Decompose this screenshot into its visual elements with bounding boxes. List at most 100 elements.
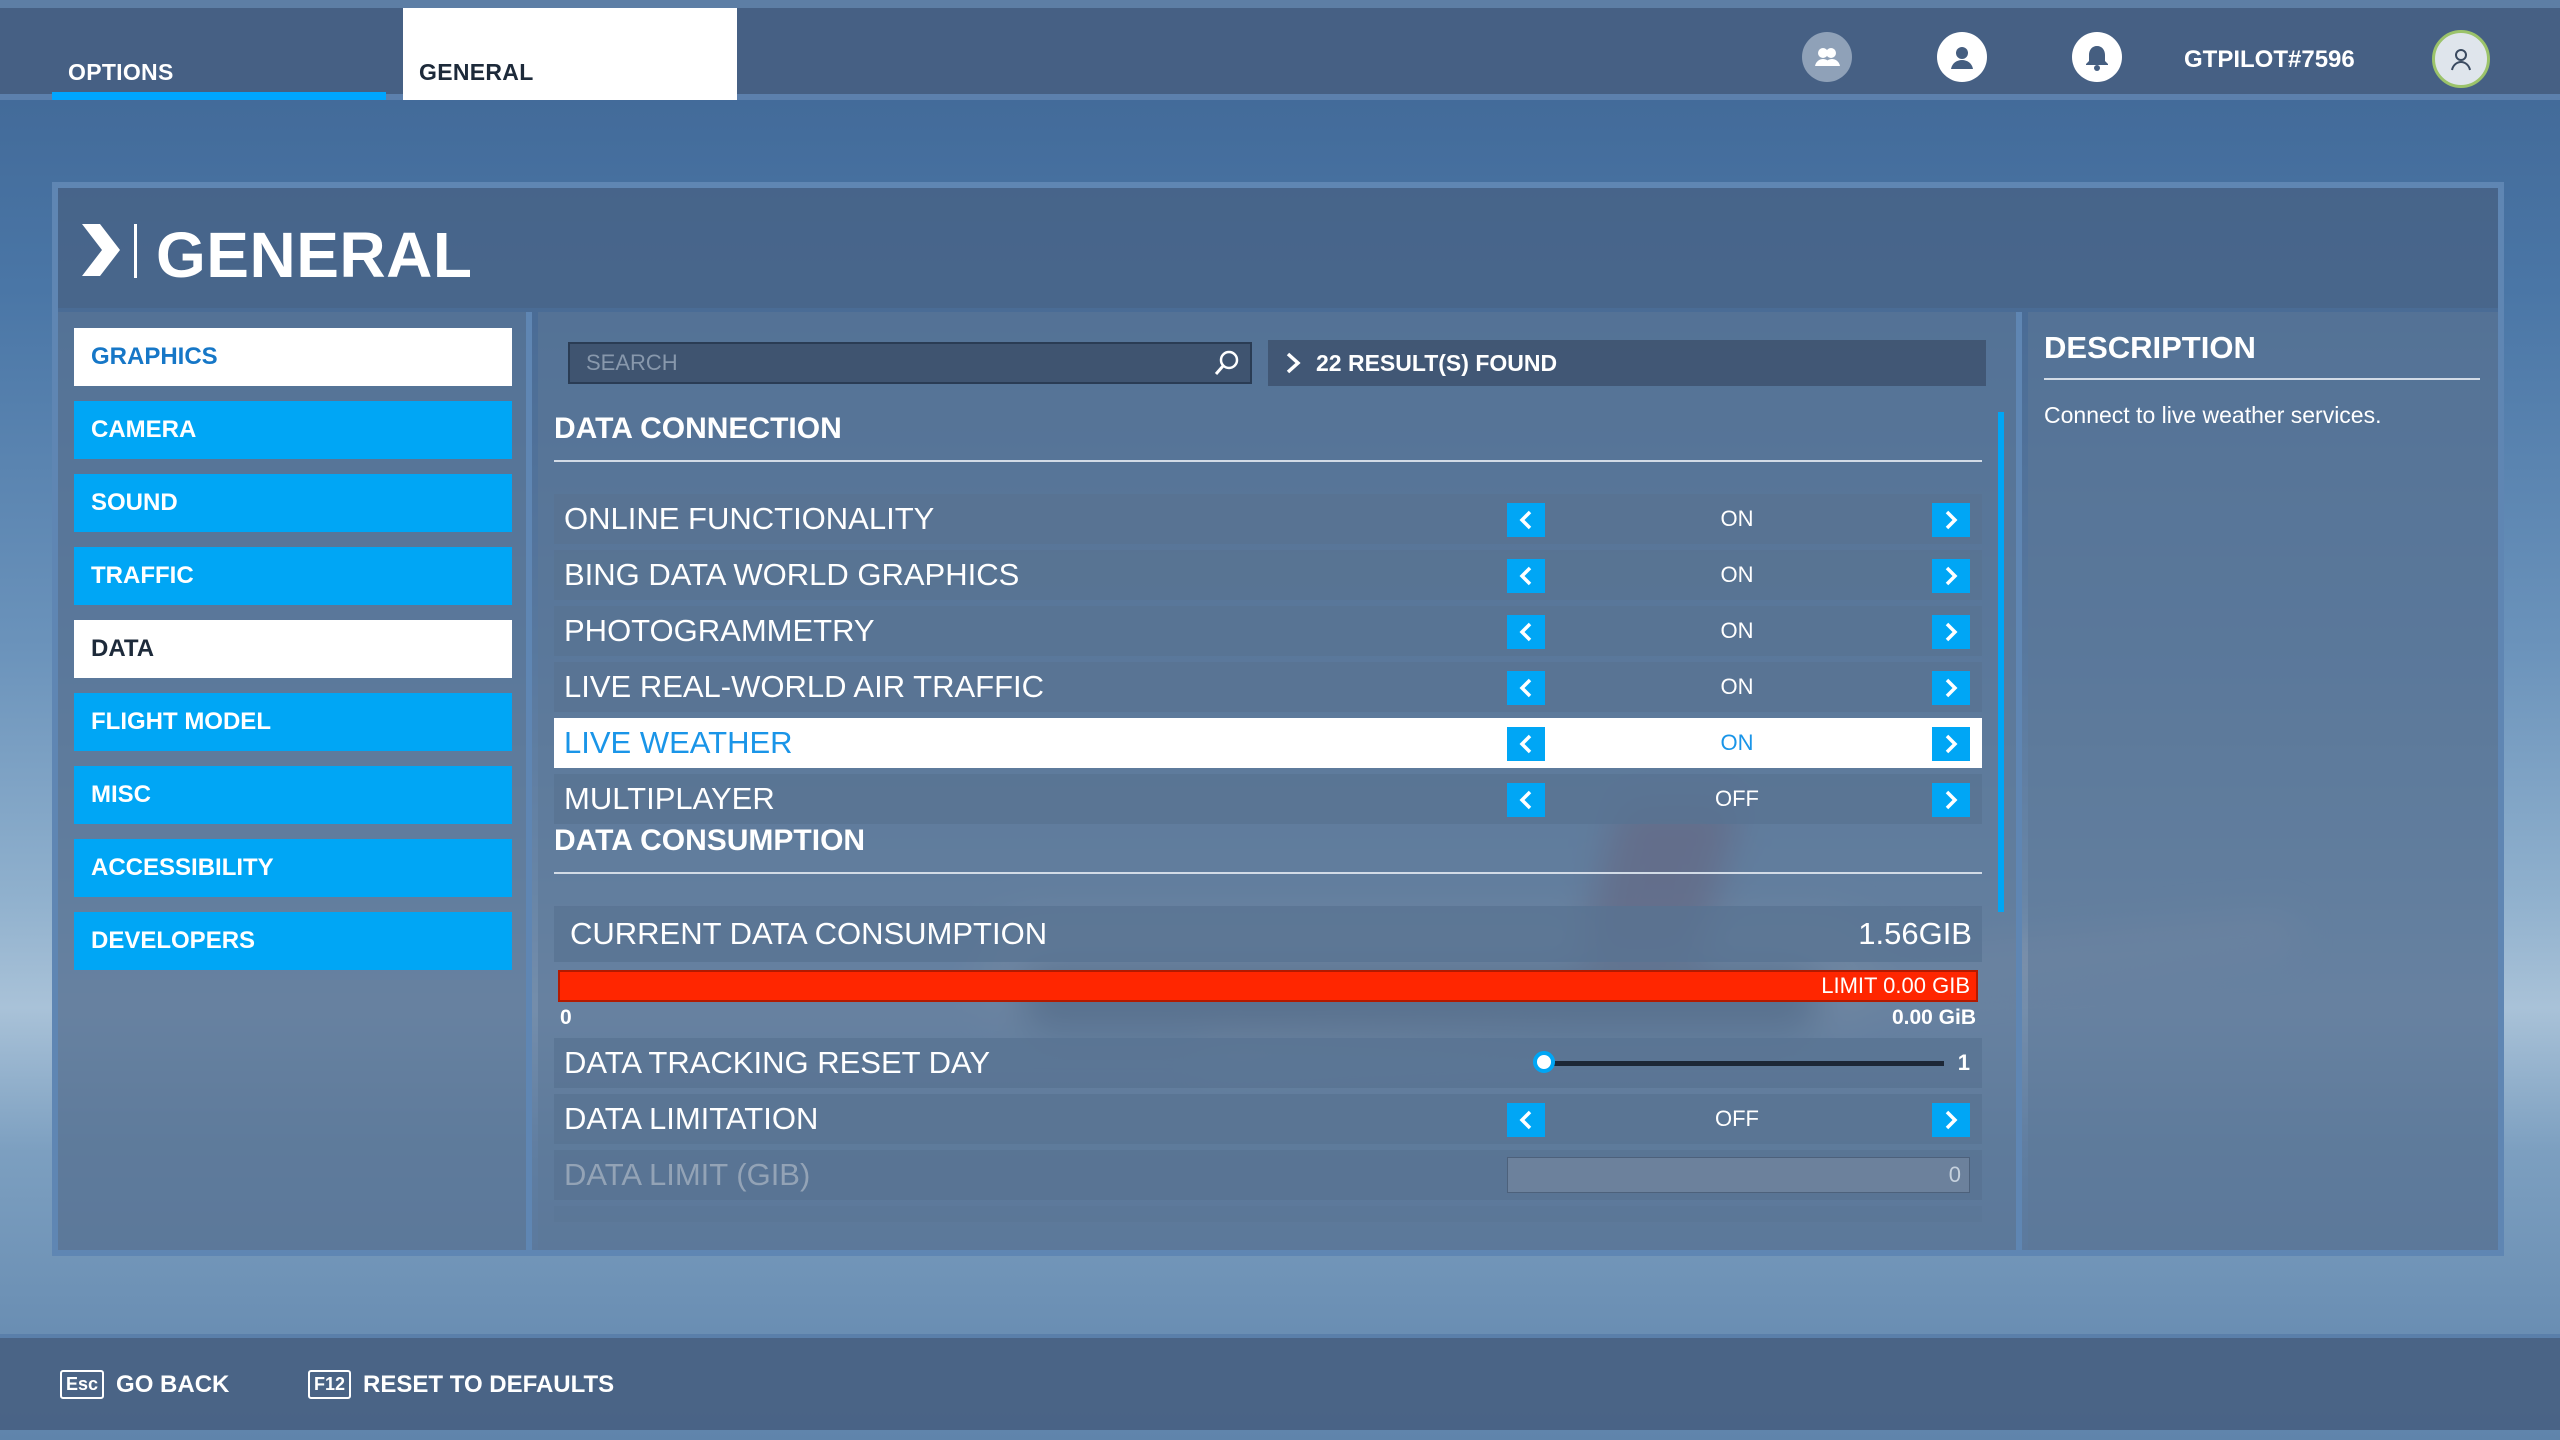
menu-item-graphics[interactable]: GRAPHICS [74, 328, 512, 386]
setting-value: ON [1720, 730, 1754, 755]
chevron-left-icon [1519, 678, 1532, 698]
setting-row-bing-data-world-graphics[interactable]: BING DATA WORLD GRAPHICS ON [554, 550, 1982, 600]
chevron-right-icon [1945, 1110, 1958, 1130]
esc-key-icon: Esc [60, 1370, 105, 1399]
arrow-right-button[interactable] [1932, 1103, 1970, 1137]
reset-defaults-button[interactable]: F12 RESET TO DEFAULTS [308, 1370, 614, 1399]
setting-row-live-air-traffic[interactable]: LIVE REAL-WORLD AIR TRAFFIC ON [554, 662, 1982, 712]
setting-row-partial [554, 1206, 1982, 1222]
menu-item-data[interactable]: DATA [74, 620, 512, 678]
arrow-left-button[interactable] [1507, 783, 1545, 817]
setting-label: LIVE WEATHER [564, 725, 793, 760]
setting-row-data-limitation[interactable]: DATA LIMITATION OFF [554, 1094, 1982, 1144]
arrow-left-button[interactable] [1507, 559, 1545, 593]
chevron-right-icon [1945, 790, 1958, 810]
tab-general[interactable]: GENERAL [403, 8, 737, 100]
data-limit-bar: LIMIT 0.00 GIB [558, 970, 1978, 1002]
setting-row-live-weather[interactable]: LIVE WEATHER ON [554, 718, 1982, 768]
description-panel: DESCRIPTION Connect to live weather serv… [2028, 312, 2498, 1250]
arrow-left-button[interactable] [1507, 615, 1545, 649]
section-title-data-consumption: DATA CONSUMPTION [554, 824, 1982, 874]
setting-label: MULTIPLAYER [564, 781, 775, 816]
reset-defaults-label: RESET TO DEFAULTS [363, 1370, 615, 1398]
chevron-left-icon [1519, 734, 1532, 754]
setting-label: BING DATA WORLD GRAPHICS [564, 557, 1020, 592]
profile-icon[interactable] [1937, 32, 1987, 82]
friends-icon[interactable] [1802, 32, 1852, 82]
tab-general-label: GENERAL [419, 59, 534, 85]
scrollbar[interactable] [1998, 412, 2004, 912]
arrow-right-button[interactable] [1932, 503, 1970, 537]
chevron-left-icon [1519, 510, 1532, 530]
f12-key-icon: F12 [308, 1370, 352, 1399]
description-title: DESCRIPTION [2044, 330, 2480, 380]
description-text: Connect to live weather services. [2044, 402, 2382, 428]
current-consumption-value: 1.56GIB [1858, 916, 1972, 951]
category-menu: GRAPHICS CAMERA SOUND TRAFFIC DATA FLIGH… [58, 312, 532, 1250]
reset-day-slider-knob[interactable] [1533, 1051, 1555, 1073]
arrow-right-button[interactable] [1932, 671, 1970, 705]
search-icon[interactable] [1212, 348, 1242, 378]
username[interactable]: GTPILOT#7596 [2184, 46, 2355, 74]
scale-min: 0 [560, 1006, 572, 1029]
arrow-left-button[interactable] [1507, 727, 1545, 761]
chevron-right-icon [82, 224, 120, 276]
arrow-right-button[interactable] [1932, 727, 1970, 761]
tab-options[interactable]: OPTIONS [52, 8, 386, 100]
setting-label: ONLINE FUNCTIONALITY [564, 501, 935, 536]
setting-label: DATA TRACKING RESET DAY [564, 1045, 991, 1080]
setting-row-multiplayer[interactable]: MULTIPLAYER OFF [554, 774, 1982, 824]
page-title: GENERAL [156, 219, 473, 291]
go-back-button[interactable]: Esc GO BACK [60, 1370, 229, 1399]
go-back-label: GO BACK [116, 1370, 230, 1398]
setting-value: ON [1720, 506, 1754, 531]
current-data-consumption-row: CURRENT DATA CONSUMPTION 1.56GIB [554, 906, 1982, 962]
menu-item-accessibility[interactable]: ACCESSIBILITY [74, 839, 512, 897]
setting-value: OFF [1715, 1106, 1759, 1131]
setting-row-photogrammetry[interactable]: PHOTOGRAMMETRY ON [554, 606, 1982, 656]
menu-item-traffic[interactable]: TRAFFIC [74, 547, 512, 605]
chevron-right-icon [1945, 622, 1958, 642]
setting-value: ON [1720, 674, 1754, 699]
chevron-right-icon [1286, 352, 1301, 374]
setting-row-data-tracking-reset-day: DATA TRACKING RESET DAY 1 [554, 1038, 1982, 1088]
menu-item-flight-model[interactable]: FLIGHT MODEL [74, 693, 512, 751]
arrow-left-button[interactable] [1507, 503, 1545, 537]
chevron-left-icon [1519, 1110, 1532, 1130]
bottom-bar: Esc GO BACK F12 RESET TO DEFAULTS [0, 1334, 2560, 1430]
setting-value: ON [1720, 562, 1754, 587]
notification-bell-icon[interactable] [2072, 32, 2122, 82]
setting-value: OFF [1715, 786, 1759, 811]
chevron-right-icon [1945, 510, 1958, 530]
arrow-left-button[interactable] [1507, 1103, 1545, 1137]
search-results-count: 22 RESULT(S) FOUND [1268, 340, 1986, 386]
avatar-icon[interactable] [2432, 30, 2490, 88]
arrow-right-button[interactable] [1932, 615, 1970, 649]
menu-item-sound[interactable]: SOUND [74, 474, 512, 532]
current-consumption-label: CURRENT DATA CONSUMPTION [570, 916, 1048, 951]
data-limit-input: 0 [1507, 1157, 1970, 1193]
setting-row-data-limit: DATA LIMIT (GIB) 0 [554, 1150, 1982, 1200]
setting-label: PHOTOGRAMMETRY [564, 613, 875, 648]
chevron-left-icon [1519, 790, 1532, 810]
scale-max: 0.00 GiB [1891, 1006, 1976, 1029]
menu-item-developers[interactable]: DEVELOPERS [74, 912, 512, 970]
chevron-right-icon [1945, 566, 1958, 586]
section-title-data-connection: DATA CONNECTION [554, 412, 1982, 462]
reset-day-slider-track[interactable] [1544, 1061, 1944, 1066]
reset-day-value: 1 [1957, 1050, 1970, 1075]
setting-label: DATA LIMITATION [564, 1101, 819, 1136]
menu-item-camera[interactable]: CAMERA [74, 401, 512, 459]
menu-item-misc[interactable]: MISC [74, 766, 512, 824]
top-bar: OPTIONS GENERAL GTPILOT#7596 [0, 0, 2560, 100]
setting-value: ON [1720, 618, 1754, 643]
arrow-left-button[interactable] [1507, 671, 1545, 705]
chevron-left-icon [1519, 566, 1532, 586]
chevron-right-icon [1945, 734, 1958, 754]
arrow-right-button[interactable] [1932, 783, 1970, 817]
search-box [568, 342, 1252, 384]
setting-row-online-functionality[interactable]: ONLINE FUNCTIONALITY ON [554, 494, 1982, 544]
arrow-right-button[interactable] [1932, 559, 1970, 593]
settings-list: 22 RESULT(S) FOUND DATA CONNECTION ONLIN… [538, 312, 2022, 1250]
search-input[interactable] [586, 344, 1212, 382]
